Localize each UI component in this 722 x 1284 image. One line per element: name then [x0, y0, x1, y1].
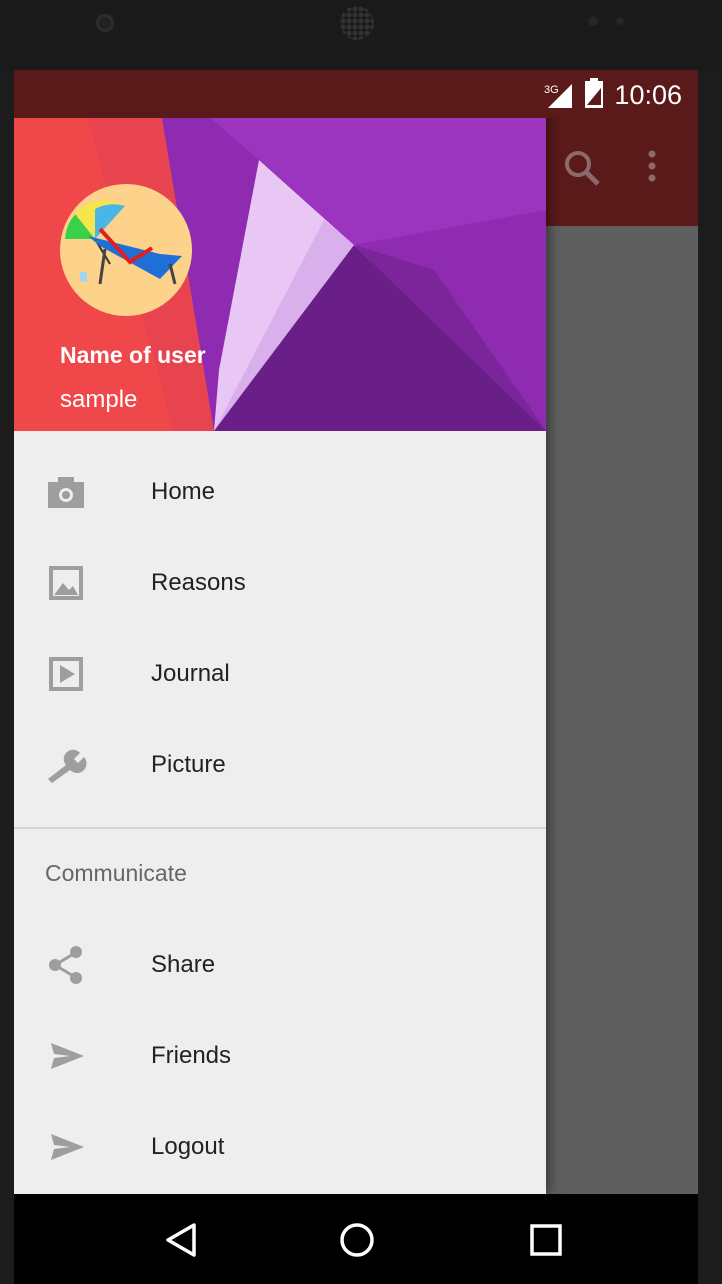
user-name: Name of user: [60, 342, 206, 368]
nav-label-reasons: Reasons: [151, 569, 246, 596]
avatar[interactable]: [60, 184, 192, 316]
send-icon: [44, 1125, 88, 1169]
cellular-signal-icon: 3G: [544, 82, 574, 110]
more-options-icon[interactable]: [642, 148, 662, 188]
nav-label-logout: Logout: [151, 1133, 225, 1160]
home-icon[interactable]: [339, 1222, 375, 1258]
battery-icon: [584, 78, 604, 113]
back-icon[interactable]: [164, 1222, 198, 1258]
device-bezel-top: [0, 0, 722, 70]
system-navigation-bar: [14, 1194, 698, 1284]
send-icon: [44, 1034, 88, 1078]
earpiece-speaker-icon: [340, 6, 374, 40]
nav-item-journal[interactable]: Journal: [14, 629, 546, 719]
nav-item-friends[interactable]: Friends: [14, 1011, 546, 1101]
nav-item-picture[interactable]: Picture: [14, 720, 546, 810]
divider: [14, 827, 546, 829]
nav-label-picture: Picture: [151, 751, 226, 778]
network-label: 3G: [544, 84, 559, 96]
image-icon: [44, 561, 88, 605]
nav-label-journal: Journal: [151, 660, 230, 687]
search-icon[interactable]: [562, 148, 602, 188]
play-icon: [44, 652, 88, 696]
status-bar: 3G 10:06: [14, 70, 698, 118]
share-icon: [44, 943, 88, 987]
drawer-header: Name of user sample: [14, 70, 546, 431]
user-email: sample: [60, 386, 138, 413]
navigation-drawer: Name of user sample Home Reasons Journal: [14, 70, 546, 1194]
screen: 3G 10:06 Name of user sample Home Reason…: [14, 70, 698, 1194]
sensor-icon: [588, 16, 598, 26]
nav-item-reasons[interactable]: Reasons: [14, 538, 546, 628]
nav-item-share[interactable]: Share: [14, 920, 546, 1010]
recent-apps-icon[interactable]: [530, 1224, 562, 1256]
camera-icon: [44, 470, 88, 514]
status-time: 10:06: [614, 80, 682, 110]
front-camera-icon: [96, 14, 114, 32]
nav-item-logout[interactable]: Logout: [14, 1102, 546, 1192]
nav-item-home[interactable]: Home: [14, 447, 546, 537]
nav-label-home: Home: [151, 478, 216, 505]
section-header: Communicate: [45, 860, 187, 886]
nav-label-share: Share: [151, 951, 216, 978]
nav-label-friends: Friends: [151, 1042, 232, 1069]
sensor-icon: [616, 17, 624, 25]
wrench-icon: [44, 743, 88, 787]
